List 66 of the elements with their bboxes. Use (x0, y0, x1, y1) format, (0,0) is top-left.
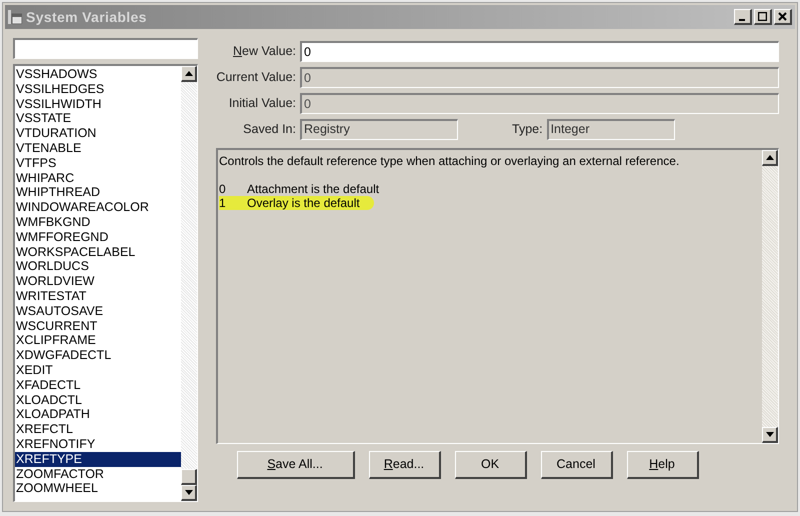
dialog-button[interactable]: Read... (368, 451, 440, 479)
list-item[interactable]: ZOOMFACTOR (15, 466, 181, 482)
list-item[interactable]: WMFBKGND (15, 214, 181, 230)
field-label: Saved In: (242, 120, 296, 138)
scroll-thumb[interactable] (181, 469, 197, 485)
list-item[interactable]: XREFNOTIFY (15, 436, 181, 452)
list-item[interactable]: WSCURRENT (15, 318, 181, 334)
window-title: System Variables (26, 8, 147, 27)
dialog-button[interactable]: Save All... (236, 451, 354, 479)
field-label: Initial Value: (228, 94, 296, 112)
list-item[interactable]: VTFPS (15, 156, 181, 171)
list-item[interactable]: WRITESTAT (15, 288, 181, 304)
field-label: New Value: (232, 42, 296, 60)
list-item[interactable]: XEDIT (15, 362, 181, 378)
dialog-button[interactable]: OK (454, 451, 526, 479)
list-item[interactable]: WORKSPACELABEL (15, 244, 181, 260)
list-item[interactable]: VSSILHEDGES (15, 82, 181, 97)
down-arrow-icon (766, 432, 774, 437)
down-arrow-icon (184, 490, 192, 495)
list-item[interactable]: XDWGFADECTL (15, 348, 181, 363)
scroll-up-button[interactable] (762, 150, 778, 166)
type-field: Integer (546, 118, 675, 140)
option-line: 0 Attachment is the default (219, 182, 380, 196)
window-icon (8, 10, 22, 24)
list-item[interactable]: ZOOMWHEEL (15, 481, 181, 496)
maximize-icon (758, 12, 767, 21)
list-item[interactable]: WORLDUCS (15, 259, 181, 274)
scrollbar[interactable] (181, 66, 197, 501)
list-item[interactable]: XREFCTL (15, 422, 181, 437)
list-item[interactable]: VSSHADOWS (15, 67, 181, 82)
list-item[interactable]: XLOADPATH (15, 407, 181, 422)
up-arrow-icon (766, 155, 774, 160)
list-item[interactable]: VTDURATION (15, 126, 181, 141)
list-item[interactable]: WORLDVIEW (15, 274, 181, 289)
list-item[interactable]: WSAUTOSAVE (15, 304, 181, 319)
list-item[interactable]: WMFFOREGND (15, 230, 181, 245)
list-item[interactable]: XFADECTL (15, 378, 181, 393)
list-item[interactable]: VTENABLE (15, 140, 181, 156)
list-item[interactable]: XLOADCTL (15, 392, 181, 408)
maximize-button[interactable] (754, 9, 772, 25)
dialog-button[interactable]: Help (626, 451, 698, 479)
list-item[interactable]: VSSTATE (15, 111, 181, 126)
field-label: Current Value: (216, 68, 296, 86)
saved-in-field: Registry (300, 118, 458, 140)
list-item[interactable]: WHIPARC (15, 170, 181, 186)
field-label: Type: (512, 120, 543, 138)
value-field: 0 (300, 92, 779, 114)
minimize-button[interactable] (734, 9, 752, 25)
scrollbar[interactable] (762, 150, 778, 443)
up-arrow-icon (184, 71, 192, 76)
scroll-down-button[interactable] (181, 485, 197, 501)
minimize-icon (738, 18, 747, 20)
list-item[interactable]: VSSILHWIDTH (15, 96, 181, 112)
close-button[interactable] (774, 9, 792, 25)
dialog-button[interactable]: Cancel (540, 451, 612, 479)
list-item[interactable]: XREFTYPE (15, 452, 181, 467)
close-icon (778, 12, 787, 21)
scroll-down-button[interactable] (762, 427, 778, 443)
description-text: Controls the default reference type when attaching or overlaying an external reference. (219, 154, 680, 168)
list-item[interactable]: XCLIPFRAME (15, 333, 181, 348)
value-field[interactable]: 0 (300, 40, 779, 62)
scroll-up-button[interactable] (181, 66, 197, 82)
value-field: 0 (300, 66, 779, 88)
list-item[interactable]: WINDOWAREACOLOR (15, 200, 181, 215)
list-item[interactable]: WHIPTHREAD (15, 185, 181, 200)
search-field[interactable] (13, 38, 198, 59)
